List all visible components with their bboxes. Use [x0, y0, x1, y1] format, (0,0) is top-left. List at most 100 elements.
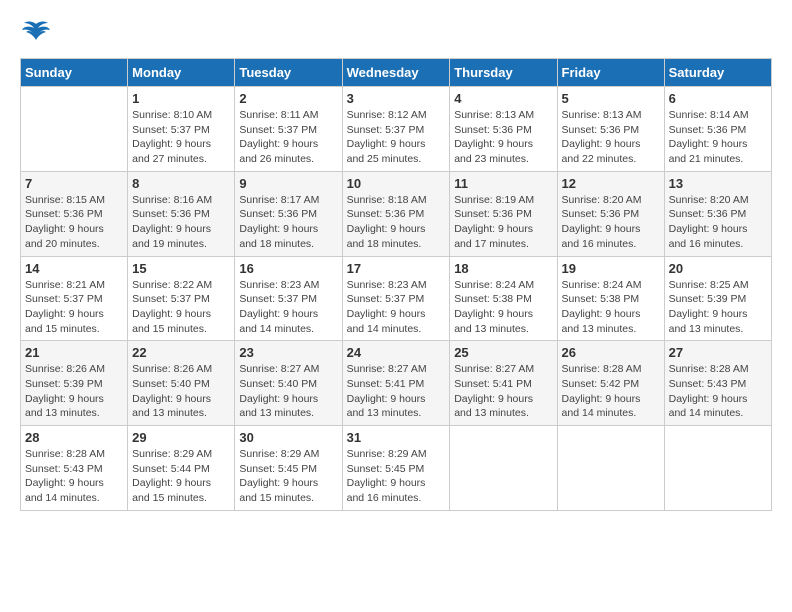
day-number: 7 — [25, 176, 123, 191]
day-number: 21 — [25, 345, 123, 360]
calendar-week-row: 7 Sunrise: 8:15 AM Sunset: 5:36 PM Daylig… — [21, 171, 772, 256]
day-of-week-header: Saturday — [664, 59, 771, 87]
calendar-cell: 2 Sunrise: 8:11 AM Sunset: 5:37 PM Daylig… — [235, 87, 342, 172]
calendar-header-row: SundayMondayTuesdayWednesdayThursdayFrid… — [21, 59, 772, 87]
page-header — [20, 20, 772, 42]
day-number: 27 — [669, 345, 767, 360]
day-info: Sunrise: 8:28 AM Sunset: 5:42 PM Dayligh… — [562, 362, 660, 421]
calendar-cell: 12 Sunrise: 8:20 AM Sunset: 5:36 PM Dayli… — [557, 171, 664, 256]
day-number: 12 — [562, 176, 660, 191]
day-info: Sunrise: 8:20 AM Sunset: 5:36 PM Dayligh… — [669, 193, 767, 252]
day-number: 9 — [239, 176, 337, 191]
day-info: Sunrise: 8:27 AM Sunset: 5:40 PM Dayligh… — [239, 362, 337, 421]
day-number: 2 — [239, 91, 337, 106]
day-number: 28 — [25, 430, 123, 445]
calendar-cell: 24 Sunrise: 8:27 AM Sunset: 5:41 PM Dayli… — [342, 341, 450, 426]
calendar-cell: 25 Sunrise: 8:27 AM Sunset: 5:41 PM Dayli… — [450, 341, 557, 426]
calendar-cell: 21 Sunrise: 8:26 AM Sunset: 5:39 PM Dayli… — [21, 341, 128, 426]
calendar-cell: 13 Sunrise: 8:20 AM Sunset: 5:36 PM Dayli… — [664, 171, 771, 256]
calendar-cell: 8Sunrise: 8:16 AM Sunset: 5:36 PM Daylig… — [128, 171, 235, 256]
calendar-cell: 27 Sunrise: 8:28 AM Sunset: 5:43 PM Dayli… — [664, 341, 771, 426]
calendar-cell: 4Sunrise: 8:13 AM Sunset: 5:36 PM Daylig… — [450, 87, 557, 172]
day-number: 30 — [239, 430, 337, 445]
logo — [20, 20, 50, 42]
day-info: Sunrise: 8:21 AM Sunset: 5:37 PM Dayligh… — [25, 278, 123, 337]
calendar-cell: 10 Sunrise: 8:18 AM Sunset: 5:36 PM Dayli… — [342, 171, 450, 256]
day-info: Sunrise: 8:19 AM Sunset: 5:36 PM Dayligh… — [454, 193, 552, 252]
day-info: Sunrise: 8:16 AM Sunset: 5:36 PM Dayligh… — [132, 193, 230, 252]
day-of-week-header: Sunday — [21, 59, 128, 87]
day-of-week-header: Thursday — [450, 59, 557, 87]
day-number: 6 — [669, 91, 767, 106]
day-number: 31 — [347, 430, 446, 445]
day-info: Sunrise: 8:23 AM Sunset: 5:37 PM Dayligh… — [239, 278, 337, 337]
day-of-week-header: Tuesday — [235, 59, 342, 87]
calendar-cell: 6 Sunrise: 8:14 AM Sunset: 5:36 PM Daylig… — [664, 87, 771, 172]
day-number: 26 — [562, 345, 660, 360]
day-number: 18 — [454, 261, 552, 276]
day-info: Sunrise: 8:28 AM Sunset: 5:43 PM Dayligh… — [25, 447, 123, 506]
day-info: Sunrise: 8:26 AM Sunset: 5:39 PM Dayligh… — [25, 362, 123, 421]
day-info: Sunrise: 8:10 AM Sunset: 5:37 PM Dayligh… — [132, 108, 230, 167]
calendar-cell: 3 Sunrise: 8:12 AM Sunset: 5:37 PM Daylig… — [342, 87, 450, 172]
calendar-week-row: 28 Sunrise: 8:28 AM Sunset: 5:43 PM Dayli… — [21, 426, 772, 511]
day-of-week-header: Friday — [557, 59, 664, 87]
day-number: 22 — [132, 345, 230, 360]
day-of-week-header: Monday — [128, 59, 235, 87]
calendar-cell: 26 Sunrise: 8:28 AM Sunset: 5:42 PM Dayli… — [557, 341, 664, 426]
day-info: Sunrise: 8:29 AM Sunset: 5:45 PM Dayligh… — [347, 447, 446, 506]
day-info: Sunrise: 8:24 AM Sunset: 5:38 PM Dayligh… — [562, 278, 660, 337]
day-number: 16 — [239, 261, 337, 276]
day-info: Sunrise: 8:29 AM Sunset: 5:45 PM Dayligh… — [239, 447, 337, 506]
calendar-cell: 15 Sunrise: 8:22 AM Sunset: 5:37 PM Dayli… — [128, 256, 235, 341]
day-info: Sunrise: 8:25 AM Sunset: 5:39 PM Dayligh… — [669, 278, 767, 337]
day-number: 23 — [239, 345, 337, 360]
calendar-cell: 31 Sunrise: 8:29 AM Sunset: 5:45 PM Dayli… — [342, 426, 450, 511]
day-number: 24 — [347, 345, 446, 360]
calendar-cell: 30 Sunrise: 8:29 AM Sunset: 5:45 PM Dayli… — [235, 426, 342, 511]
calendar-cell: 1 Sunrise: 8:10 AM Sunset: 5:37 PM Daylig… — [128, 87, 235, 172]
day-number: 25 — [454, 345, 552, 360]
day-info: Sunrise: 8:11 AM Sunset: 5:37 PM Dayligh… — [239, 108, 337, 167]
calendar-cell: 16 Sunrise: 8:23 AM Sunset: 5:37 PM Dayli… — [235, 256, 342, 341]
calendar-cell: 23 Sunrise: 8:27 AM Sunset: 5:40 PM Dayli… — [235, 341, 342, 426]
day-number: 15 — [132, 261, 230, 276]
day-info: Sunrise: 8:29 AM Sunset: 5:44 PM Dayligh… — [132, 447, 230, 506]
day-number: 29 — [132, 430, 230, 445]
calendar-table: SundayMondayTuesdayWednesdayThursdayFrid… — [20, 58, 772, 511]
day-number: 10 — [347, 176, 446, 191]
day-number: 13 — [669, 176, 767, 191]
day-info: Sunrise: 8:20 AM Sunset: 5:36 PM Dayligh… — [562, 193, 660, 252]
day-info: Sunrise: 8:27 AM Sunset: 5:41 PM Dayligh… — [454, 362, 552, 421]
day-number: 17 — [347, 261, 446, 276]
day-info: Sunrise: 8:27 AM Sunset: 5:41 PM Dayligh… — [347, 362, 446, 421]
calendar-week-row: 1 Sunrise: 8:10 AM Sunset: 5:37 PM Daylig… — [21, 87, 772, 172]
day-number: 19 — [562, 261, 660, 276]
calendar-cell: 17Sunrise: 8:23 AM Sunset: 5:37 PM Dayli… — [342, 256, 450, 341]
day-info: Sunrise: 8:12 AM Sunset: 5:37 PM Dayligh… — [347, 108, 446, 167]
calendar-week-row: 21 Sunrise: 8:26 AM Sunset: 5:39 PM Dayli… — [21, 341, 772, 426]
calendar-cell: 11Sunrise: 8:19 AM Sunset: 5:36 PM Dayli… — [450, 171, 557, 256]
calendar-cell: 5Sunrise: 8:13 AM Sunset: 5:36 PM Daylig… — [557, 87, 664, 172]
day-number: 5 — [562, 91, 660, 106]
calendar-cell: 20Sunrise: 8:25 AM Sunset: 5:39 PM Dayli… — [664, 256, 771, 341]
day-info: Sunrise: 8:15 AM Sunset: 5:36 PM Dayligh… — [25, 193, 123, 252]
calendar-cell: 7 Sunrise: 8:15 AM Sunset: 5:36 PM Daylig… — [21, 171, 128, 256]
day-info: Sunrise: 8:14 AM Sunset: 5:36 PM Dayligh… — [669, 108, 767, 167]
calendar-cell: 9 Sunrise: 8:17 AM Sunset: 5:36 PM Daylig… — [235, 171, 342, 256]
calendar-cell — [450, 426, 557, 511]
calendar-cell: 28 Sunrise: 8:28 AM Sunset: 5:43 PM Dayli… — [21, 426, 128, 511]
day-of-week-header: Wednesday — [342, 59, 450, 87]
day-info: Sunrise: 8:26 AM Sunset: 5:40 PM Dayligh… — [132, 362, 230, 421]
calendar-cell: 29 Sunrise: 8:29 AM Sunset: 5:44 PM Dayli… — [128, 426, 235, 511]
day-number: 3 — [347, 91, 446, 106]
day-info: Sunrise: 8:28 AM Sunset: 5:43 PM Dayligh… — [669, 362, 767, 421]
day-info: Sunrise: 8:22 AM Sunset: 5:37 PM Dayligh… — [132, 278, 230, 337]
calendar-cell: 18Sunrise: 8:24 AM Sunset: 5:38 PM Dayli… — [450, 256, 557, 341]
day-info: Sunrise: 8:17 AM Sunset: 5:36 PM Dayligh… — [239, 193, 337, 252]
calendar-cell: 14Sunrise: 8:21 AM Sunset: 5:37 PM Dayli… — [21, 256, 128, 341]
day-number: 1 — [132, 91, 230, 106]
calendar-cell: 19 Sunrise: 8:24 AM Sunset: 5:38 PM Dayli… — [557, 256, 664, 341]
day-info: Sunrise: 8:18 AM Sunset: 5:36 PM Dayligh… — [347, 193, 446, 252]
calendar-cell — [664, 426, 771, 511]
